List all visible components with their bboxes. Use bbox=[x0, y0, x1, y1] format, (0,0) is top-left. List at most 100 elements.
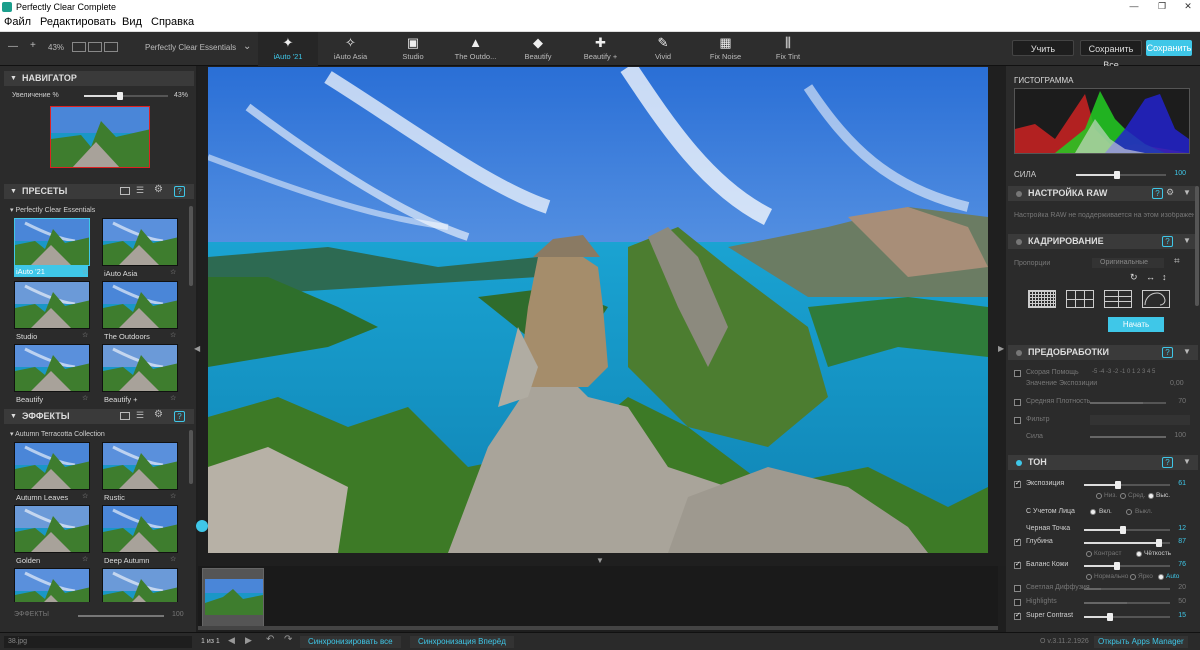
effects-thumb[interactable] bbox=[102, 568, 178, 602]
help-icon[interactable]: ? bbox=[1162, 347, 1173, 358]
tool-7[interactable]: ▦ Fix Noise bbox=[696, 32, 756, 66]
tool-6[interactable]: ✎ Vivid bbox=[633, 32, 693, 66]
flip-vertical-icon[interactable]: ↕ bbox=[1162, 272, 1167, 282]
skin-balance-checkbox[interactable] bbox=[1014, 560, 1021, 569]
undo-icon[interactable]: ↶ bbox=[266, 634, 274, 645]
prev-icon[interactable]: ◀ bbox=[228, 635, 235, 646]
toggle-dot[interactable] bbox=[1016, 191, 1022, 197]
right-panel-scrollbar[interactable] bbox=[1195, 186, 1199, 306]
collapse-icon[interactable]: ▼ bbox=[1183, 188, 1191, 197]
exposure-slider[interactable] bbox=[1084, 481, 1170, 489]
depth-contrast-radio[interactable] bbox=[1086, 551, 1092, 557]
collapse-film-icon[interactable]: ▼ bbox=[596, 556, 604, 565]
gear-icon[interactable]: ⚙ bbox=[1166, 187, 1174, 198]
preset-group-selector[interactable]: Perfectly Clear Essentials bbox=[145, 43, 236, 52]
help-icon[interactable]: ? bbox=[1162, 457, 1173, 468]
exposure-checkbox[interactable] bbox=[1014, 479, 1021, 488]
minimize-icon[interactable]: — bbox=[1124, 1, 1144, 11]
filter-select[interactable] bbox=[1090, 415, 1190, 425]
density-checkbox[interactable] bbox=[1014, 399, 1021, 406]
collapse-icon[interactable]: ▼ bbox=[1183, 236, 1191, 245]
toggle-dot[interactable] bbox=[1016, 460, 1022, 466]
strength-slider[interactable] bbox=[1076, 171, 1166, 179]
grid-cross-icon[interactable] bbox=[1104, 290, 1132, 308]
effects-thumb[interactable] bbox=[14, 505, 90, 553]
toggle-dot[interactable] bbox=[1016, 350, 1022, 356]
compare-handle[interactable] bbox=[196, 520, 208, 532]
highlights-slider[interactable] bbox=[1084, 602, 1170, 604]
tool-3[interactable]: ▲ The Outdo... bbox=[446, 32, 506, 66]
golden-spiral-icon[interactable] bbox=[1142, 290, 1170, 308]
redo-icon[interactable]: ↷ bbox=[284, 634, 292, 645]
effects-scrollbar[interactable] bbox=[189, 430, 193, 484]
filename-field[interactable]: 38.jpg bbox=[4, 636, 192, 648]
chevron-down-icon[interactable]: ⌄ bbox=[243, 41, 251, 52]
menu-edit[interactable]: Редактировать bbox=[40, 16, 116, 28]
menu-file[interactable]: Файл bbox=[4, 16, 31, 28]
collapse-right-icon[interactable]: ▶ bbox=[998, 344, 1004, 353]
tool-8[interactable]: ⫼ Fix Tint bbox=[758, 32, 818, 66]
menu-view[interactable]: Вид bbox=[122, 16, 142, 28]
collapse-icon[interactable]: ▼ bbox=[1183, 457, 1191, 466]
rotate-icon[interactable]: ↻ bbox=[1130, 272, 1138, 283]
exposure-low-radio[interactable] bbox=[1096, 493, 1102, 499]
skin-auto-radio[interactable] bbox=[1158, 574, 1164, 580]
favorite-star-icon[interactable]: ☆ bbox=[170, 555, 176, 563]
image-canvas[interactable]: ◀ ▼ bbox=[194, 66, 1006, 566]
collapse-left-icon[interactable]: ◀ bbox=[194, 344, 200, 353]
split-view-icon[interactable] bbox=[88, 42, 102, 52]
effects-thumb[interactable] bbox=[14, 568, 90, 602]
depth-clarity-radio[interactable] bbox=[1136, 551, 1142, 557]
diffuse-slider[interactable] bbox=[1084, 588, 1170, 590]
grid-thirds-icon[interactable] bbox=[1066, 290, 1094, 308]
tool-0[interactable]: ✦ iAuto '21 bbox=[258, 32, 318, 66]
crop-icon[interactable]: ⌗ bbox=[1174, 256, 1180, 267]
exposure-mid-radio[interactable] bbox=[1120, 493, 1126, 499]
super-contrast-checkbox[interactable] bbox=[1014, 611, 1021, 620]
zoom-out-icon[interactable]: — bbox=[8, 41, 18, 52]
effects-strength-slider[interactable] bbox=[78, 615, 164, 617]
black-point-slider[interactable] bbox=[1084, 526, 1170, 534]
favorite-star-icon[interactable]: ☆ bbox=[82, 555, 88, 563]
menu-help[interactable]: Справка bbox=[151, 16, 194, 28]
tool-1[interactable]: ✧ iAuto Asia bbox=[321, 32, 381, 66]
tool-5[interactable]: ✚ Beautify + bbox=[571, 32, 631, 66]
diffuse-checkbox[interactable] bbox=[1014, 585, 1021, 592]
sync-all-button[interactable]: Синхронизировать все bbox=[300, 636, 401, 648]
maximize-icon[interactable]: ❐ bbox=[1152, 1, 1172, 12]
favorite-star-icon[interactable]: ☆ bbox=[82, 492, 88, 500]
effects-thumb[interactable] bbox=[14, 442, 90, 490]
flip-horizontal-icon[interactable]: ↔ bbox=[1146, 272, 1155, 282]
main-photo[interactable] bbox=[208, 67, 988, 553]
super-contrast-slider[interactable] bbox=[1084, 613, 1170, 621]
skin-balance-slider[interactable] bbox=[1084, 562, 1170, 570]
filmstrip-scrollbar[interactable] bbox=[198, 626, 998, 630]
effects-thumb[interactable] bbox=[102, 442, 178, 490]
favorite-star-icon[interactable]: ☆ bbox=[170, 492, 176, 500]
tool-2[interactable]: ▣ Studio bbox=[383, 32, 443, 66]
pre-strength-slider[interactable] bbox=[1090, 436, 1166, 438]
zoom-in-icon[interactable]: + bbox=[30, 40, 36, 51]
skin-bright-radio[interactable] bbox=[1130, 574, 1136, 580]
toggle-dot[interactable] bbox=[1016, 239, 1022, 245]
tool-4[interactable]: ◆ Beautify bbox=[508, 32, 568, 66]
close-icon[interactable]: ✕ bbox=[1178, 1, 1198, 12]
sync-forward-button[interactable]: Синхронизация Вперёд bbox=[410, 636, 514, 648]
save-all-button[interactable]: Сохранить Все bbox=[1080, 40, 1142, 70]
collapse-icon[interactable]: ▼ bbox=[1183, 347, 1191, 356]
quick-help-checkbox[interactable] bbox=[1014, 370, 1021, 377]
depth-checkbox[interactable] bbox=[1014, 537, 1021, 546]
face-off-radio[interactable] bbox=[1126, 509, 1132, 515]
skin-normal-radio[interactable] bbox=[1086, 574, 1092, 580]
proportion-select[interactable]: Оригинальные bbox=[1092, 258, 1164, 268]
depth-slider[interactable] bbox=[1084, 539, 1170, 547]
exposure-high-radio[interactable] bbox=[1148, 493, 1154, 499]
side-by-side-view-icon[interactable] bbox=[104, 42, 118, 52]
single-view-icon[interactable] bbox=[72, 42, 86, 52]
apps-manager-button[interactable]: Открыть Apps Manager bbox=[1094, 636, 1188, 648]
filter-checkbox[interactable] bbox=[1014, 417, 1021, 424]
density-slider[interactable] bbox=[1090, 402, 1166, 404]
learn-button[interactable]: Учить bbox=[1012, 40, 1074, 56]
effects-thumb[interactable] bbox=[102, 505, 178, 553]
grid-fine-icon[interactable] bbox=[1028, 290, 1056, 308]
